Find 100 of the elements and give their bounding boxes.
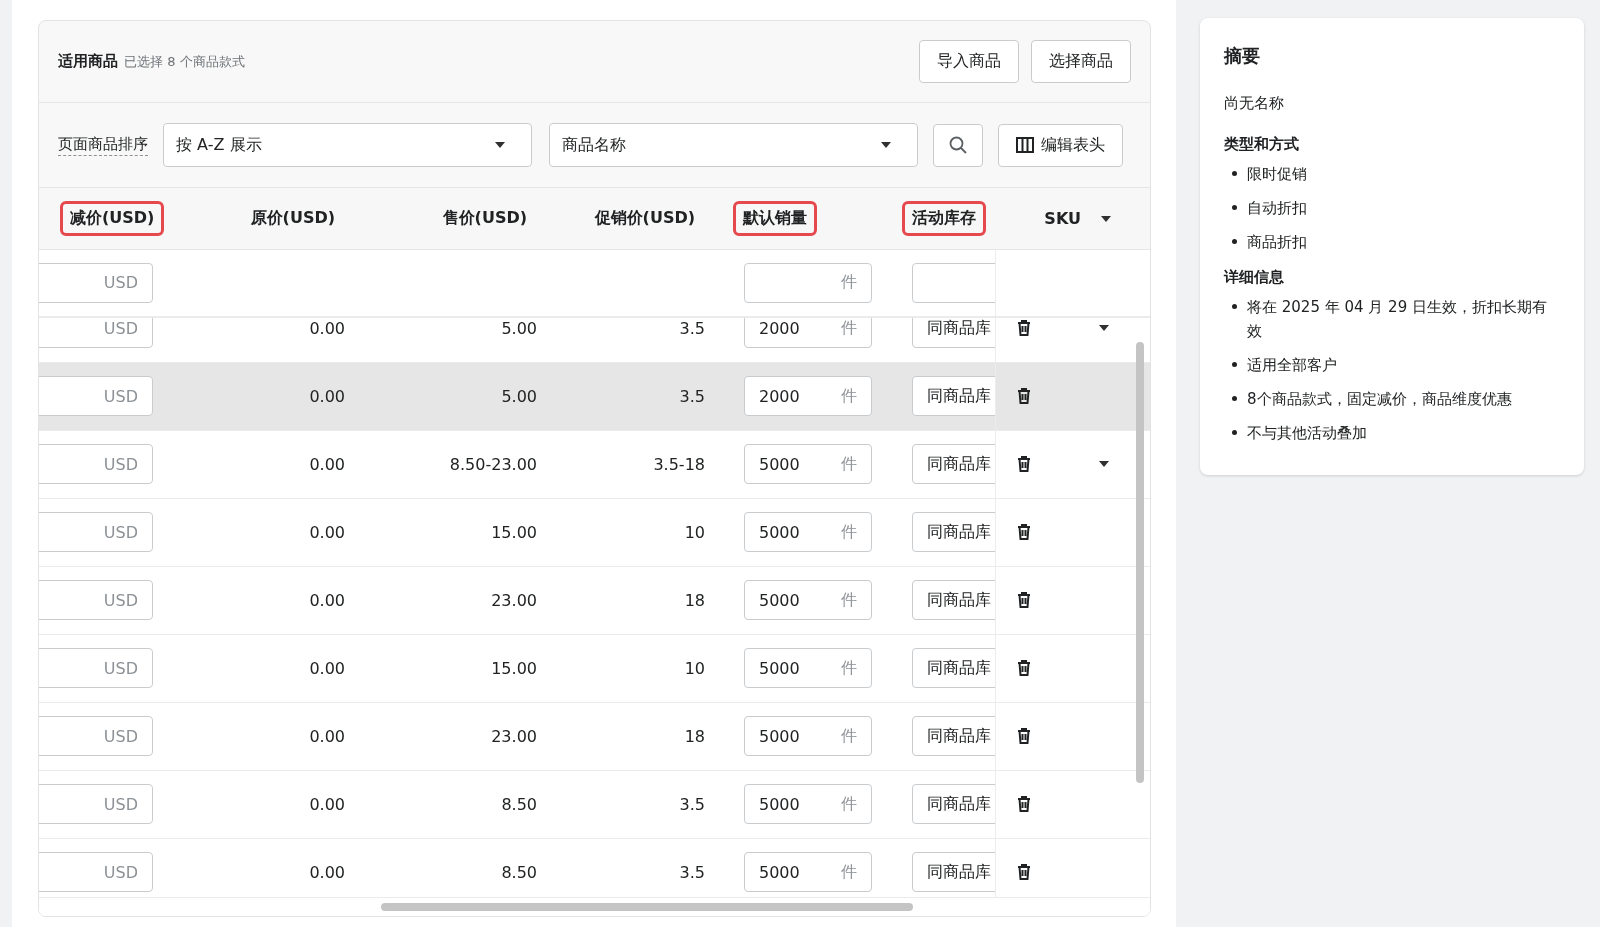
import-products-button[interactable]: 导入商品 (919, 40, 1019, 83)
column-header: 售价(USD) (441, 207, 528, 229)
bullet-icon (1232, 171, 1237, 176)
stock-select[interactable]: 同商品库 (912, 444, 995, 485)
stock-select[interactable]: 同商品库 (912, 648, 995, 689)
original-price: 0.00 (308, 862, 346, 882)
expand-caret-icon[interactable] (1099, 325, 1109, 332)
stock-select[interactable]: 同商品库 (912, 852, 995, 893)
summary-item: 限时促销 (1247, 164, 1307, 185)
column-header: 减价(USD) (60, 201, 165, 236)
promo-price: 18 (683, 726, 706, 746)
search-button[interactable] (933, 123, 983, 167)
sale-price: 5.00 (500, 318, 538, 338)
table-row[interactable]: USD 0.00 15.00 10 5000 件 同商品库 (39, 634, 1150, 703)
column-header: 默认销量 (733, 201, 817, 236)
stock-select[interactable]: 同商品库 (912, 784, 995, 825)
promo-price: 3.5 (678, 794, 706, 814)
discount-name: 尚无名称 (1224, 94, 1285, 113)
section-heading: 类型和方式 (1224, 135, 1300, 154)
bullet-icon (1232, 239, 1237, 244)
caret-icon (881, 142, 891, 148)
section-title: 适用商品 (58, 52, 118, 71)
horizontal-scrollbar[interactable] (381, 903, 913, 911)
stock-select[interactable]: 同商品库 (912, 580, 995, 621)
caret-icon[interactable] (1101, 215, 1111, 222)
column-header: 促销价(USD) (593, 207, 696, 229)
sort-label: 页面商品排序 (58, 134, 148, 156)
edit-columns-button[interactable]: 编辑表头 (998, 123, 1123, 167)
delete-icon[interactable] (1017, 592, 1031, 609)
sale-price: 5.00 (500, 386, 538, 406)
quantity-field[interactable]: 5000 件 (744, 716, 872, 757)
original-price: 0.00 (308, 726, 346, 746)
expand-caret-icon[interactable] (1099, 461, 1109, 468)
table-row[interactable]: USD 0.00 8.50-23.00 3.5-18 5000 件 同商品库 (39, 430, 1150, 499)
quantity-field[interactable]: 2000 件 (744, 316, 872, 349)
delete-icon[interactable] (1017, 796, 1031, 813)
stock-select[interactable]: 同商品库 (912, 376, 995, 417)
sale-price: 8.50-23.00 (448, 454, 538, 474)
original-price: 0.00 (308, 590, 346, 610)
sale-price: 23.00 (490, 726, 538, 746)
bullet-icon (1232, 362, 1237, 367)
column-header: 原价(USD) (249, 207, 336, 229)
quantity-field[interactable]: 5000 件 (744, 444, 872, 485)
table-row[interactable]: USD 0.00 23.00 18 5000 件 同商品库 (39, 702, 1150, 771)
original-price: 0.00 (308, 658, 346, 678)
original-price: 0.00 (308, 318, 346, 338)
table-row[interactable]: USD 0.00 8.50 3.5 5000 件 同商品库 (39, 770, 1150, 839)
promo-price: 10 (683, 658, 706, 678)
vertical-scrollbar[interactable] (1136, 341, 1144, 783)
summary-item: 不与其他活动叠加 (1247, 423, 1367, 444)
bullet-icon (1232, 430, 1237, 435)
quantity-field[interactable]: 5000 件 (744, 648, 872, 689)
table-row[interactable]: USD 0.00 23.00 18 5000 件 同商品库 (39, 566, 1150, 635)
delete-icon[interactable] (1017, 388, 1031, 405)
selection-count: 已选择 8 个商品款式 (124, 53, 245, 71)
caret-icon (495, 142, 505, 148)
table-row[interactable]: USD 0.00 15.00 10 5000 件 同商品库 (39, 498, 1150, 567)
original-price: 0.00 (308, 386, 346, 406)
delete-icon[interactable] (1017, 660, 1031, 677)
delete-icon[interactable] (1017, 864, 1031, 881)
bullet-icon (1232, 205, 1237, 210)
summary-title: 摘要 (1224, 44, 1261, 68)
sale-price: 8.50 (500, 794, 538, 814)
sort-select[interactable]: 按 A-Z 展示 (163, 123, 532, 167)
columns-icon (1016, 137, 1034, 153)
quantity-field[interactable]: 5000 件 (744, 852, 872, 893)
stock-select[interactable]: 同商品库 (912, 716, 995, 757)
bullet-icon (1232, 396, 1237, 401)
select-products-button[interactable]: 选择商品 (1031, 40, 1131, 83)
summary-item: 自动折扣 (1247, 198, 1307, 219)
promo-price: 3.5 (678, 386, 706, 406)
table-row[interactable]: USD 0.00 5.00 3.5 2000 件 同商品库 (39, 362, 1150, 431)
column-header: SKU (1043, 208, 1082, 230)
field-select[interactable]: 商品名称 (549, 123, 918, 167)
bullet-icon (1232, 304, 1237, 309)
delete-icon[interactable] (1017, 524, 1031, 541)
search-icon (949, 136, 967, 154)
quantity-field[interactable]: 5000 件 (744, 784, 872, 825)
table-row[interactable]: USD 0.00 5.00 3.5 2000 件 同商品库 (39, 316, 1150, 363)
summary-item: 适用全部客户 (1247, 355, 1337, 376)
promo-price: 3.5 (678, 862, 706, 882)
delete-icon[interactable] (1017, 456, 1031, 473)
section-heading: 详细信息 (1224, 268, 1285, 287)
sale-price: 23.00 (490, 590, 538, 610)
quantity-field[interactable]: 5000 件 (744, 512, 872, 553)
quantity-field[interactable]: 5000 件 (744, 580, 872, 621)
summary-item: 8个商品款式，固定减价，商品维度优惠 (1247, 389, 1512, 410)
promo-price: 3.5-18 (652, 454, 706, 474)
sale-price: 8.50 (500, 862, 538, 882)
delete-icon[interactable] (1017, 728, 1031, 745)
delete-icon[interactable] (1017, 320, 1031, 337)
stock-select[interactable]: 同商品库 (912, 512, 995, 553)
sale-price: 15.00 (490, 658, 538, 678)
stock-select[interactable]: 同商品库 (912, 316, 995, 349)
summary-item: 将在 2025 年 04 月 29 日生效，折扣长期有效 (1247, 297, 1548, 342)
promo-price: 18 (683, 590, 706, 610)
summary-item: 商品折扣 (1247, 232, 1307, 253)
promo-price: 10 (683, 522, 706, 542)
quantity-field[interactable]: 2000 件 (744, 376, 872, 417)
original-price: 0.00 (308, 522, 346, 542)
